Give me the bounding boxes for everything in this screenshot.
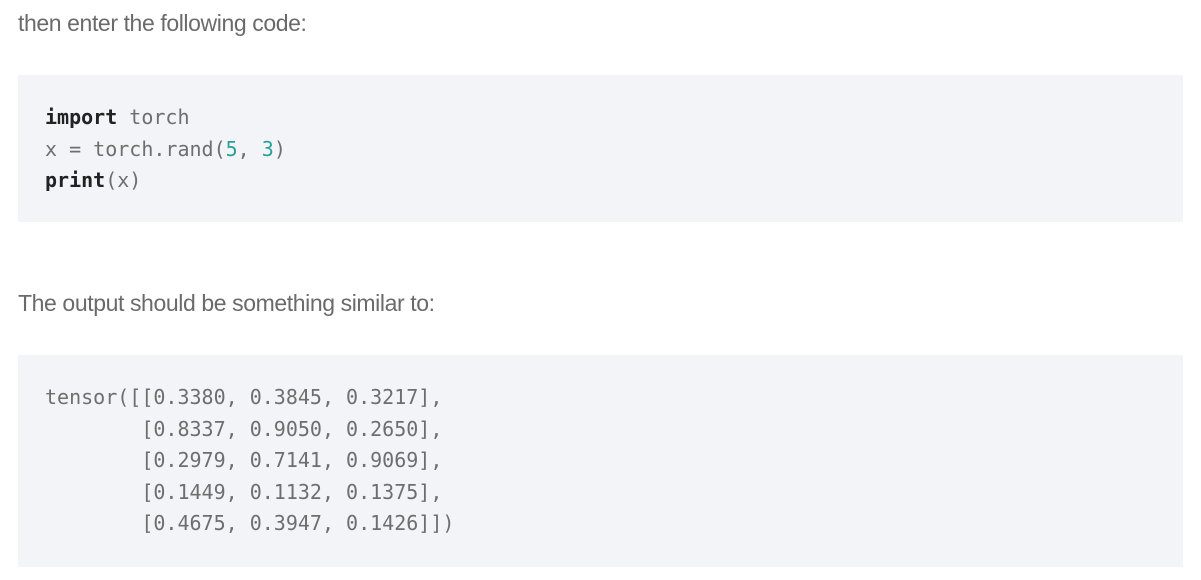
output-line: [0.8337, 0.9050, 0.2650], — [45, 416, 443, 441]
code-text: (x) — [105, 168, 142, 192]
code-text: torch — [117, 105, 190, 129]
code-line: import torch — [45, 102, 1183, 134]
code-keyword: import — [45, 105, 118, 129]
code-number: 3 — [261, 136, 274, 161]
code-number: 5 — [225, 136, 238, 161]
code-line: print(x) — [45, 165, 1183, 197]
code-keyword: print — [45, 168, 106, 192]
code-block-input: import torch x = torch.rand(5, 3) print(… — [18, 75, 1183, 222]
output-line: [0.1449, 0.1132, 0.1375], — [45, 479, 443, 504]
code-text: , — [237, 136, 262, 161]
output-line: tensor([[0.3380, 0.3845, 0.3217], — [45, 385, 443, 409]
intro-text: then enter the following code: — [18, 10, 307, 36]
code-text: ) — [273, 136, 286, 161]
code-line: x = torch.rand(5, 3) — [45, 134, 1183, 166]
code-block-output: tensor([[0.3380, 0.3845, 0.3217], [0.833… — [18, 355, 1183, 567]
output-line: [0.4675, 0.3947, 0.1426]]) — [45, 511, 455, 535]
output-intro-text: The output should be something similar t… — [18, 290, 435, 316]
code-text: x = torch.rand( — [45, 136, 226, 161]
output-line: [0.2979, 0.7141, 0.9069], — [45, 448, 443, 472]
